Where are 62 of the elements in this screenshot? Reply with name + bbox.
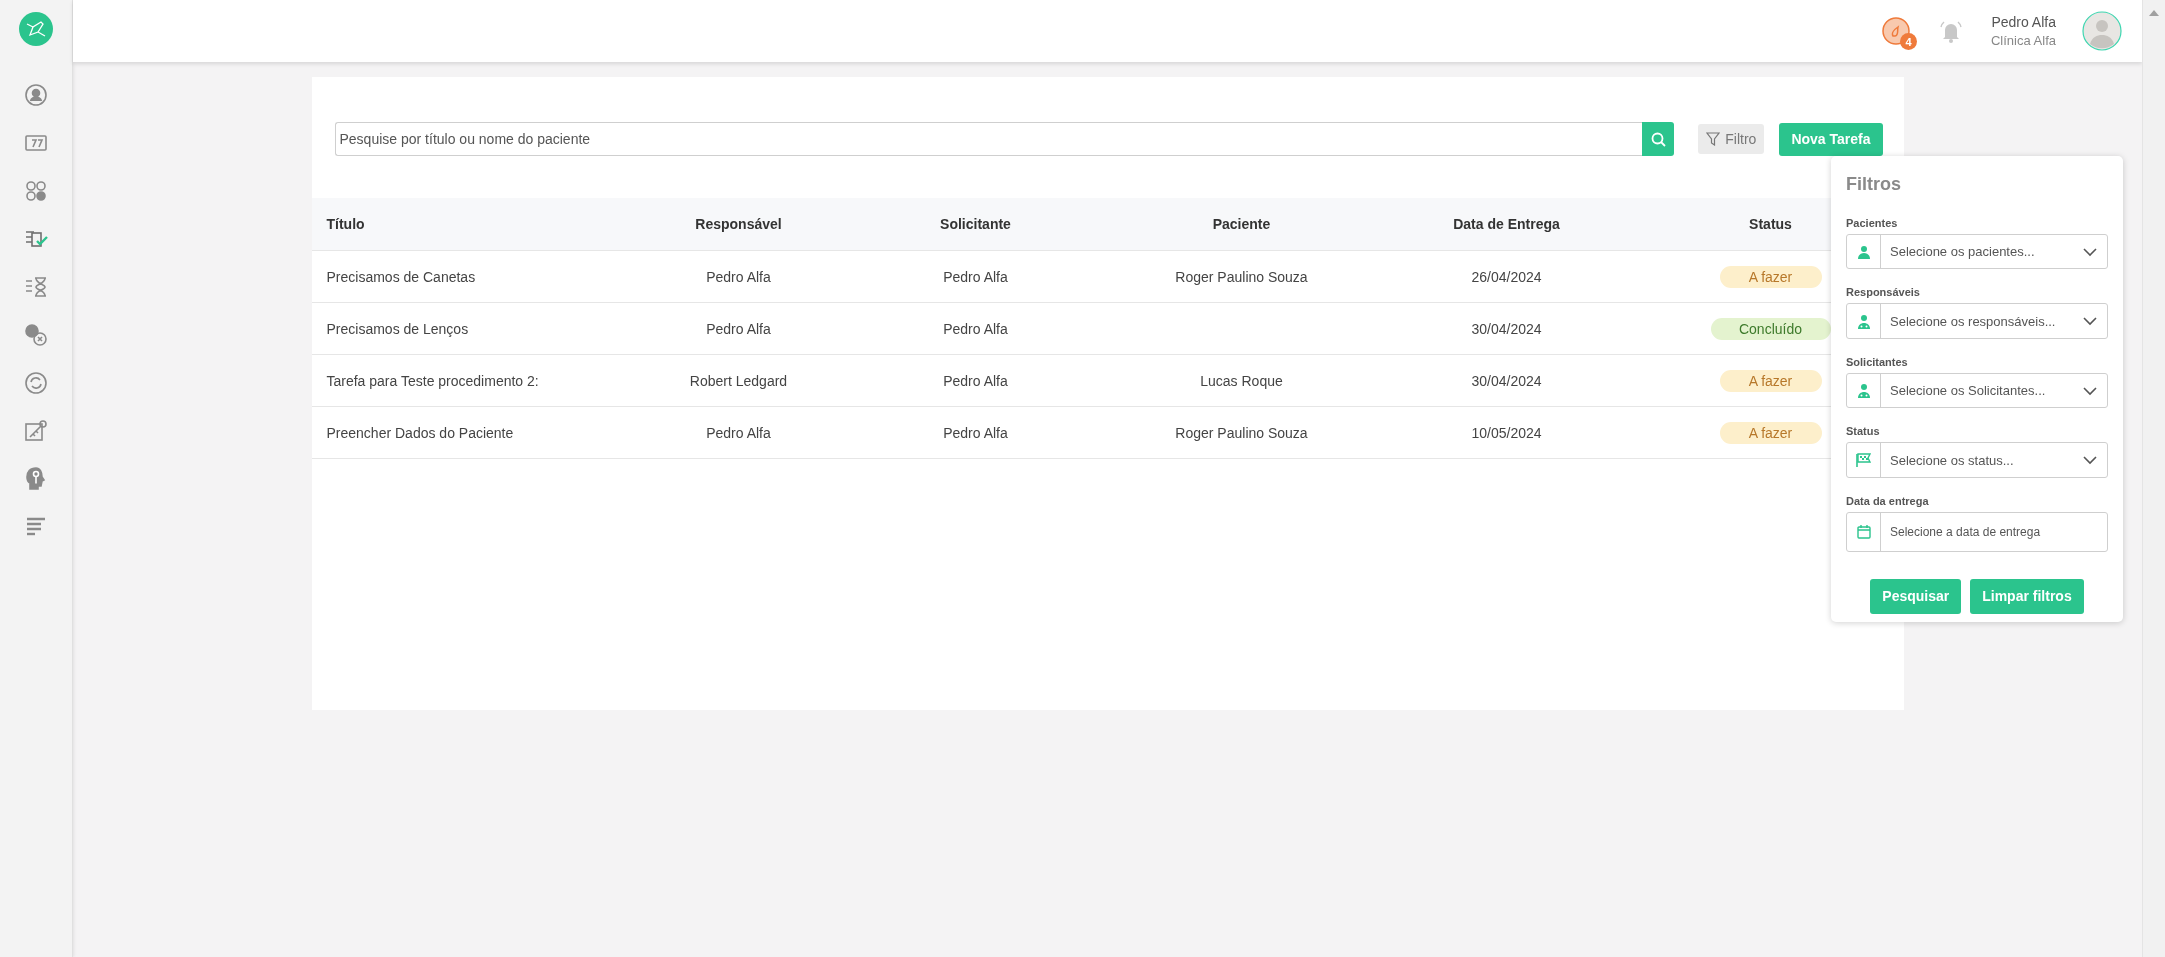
select-field[interactable]: Selecione os pacientes... <box>1846 234 2108 270</box>
refresh-icon <box>23 370 49 396</box>
column-header: Responsável <box>694 216 783 232</box>
table-cell-text: Pedro Alfa <box>705 320 772 337</box>
field-label: Solicitantes <box>1846 355 1909 368</box>
doctor-icon <box>1856 313 1871 329</box>
avatar-icon[interactable] <box>2082 11 2122 51</box>
person-circle-icon <box>23 82 49 108</box>
user-name: Pedro Alfa <box>1991 14 2056 30</box>
column-header: Data de Entrega <box>1452 216 1561 232</box>
table-cell-text: Pedro Alfa <box>942 320 1009 337</box>
table-cell-text: Robert Ledgard <box>688 372 789 389</box>
status-badge: A fazer <box>1719 265 1822 288</box>
select-field[interactable]: Selecione os status... <box>1846 442 2108 478</box>
hourglass-list-icon <box>23 274 49 300</box>
filter-button[interactable]: Filtro <box>1698 124 1765 154</box>
table-cell-text: Precisamos de Lenços <box>325 320 470 337</box>
column-header: Solicitante <box>939 216 1012 232</box>
field-label: Pacientes <box>1846 217 1899 229</box>
scroll-up-icon[interactable] <box>2149 10 2159 16</box>
column-header: Paciente <box>1211 216 1272 232</box>
date-field[interactable]: Selecione a data de entrega <box>1846 511 2108 552</box>
funnel-icon <box>1706 132 1721 146</box>
column-header: Status <box>1749 216 1792 232</box>
search-button[interactable] <box>1642 122 1675 156</box>
status-badge: Concluído <box>1710 317 1831 340</box>
table-cell-text: Roger Paulino Souza <box>1174 424 1309 441</box>
field-label: Status <box>1846 425 1881 438</box>
table-cell-text: Roger Paulino Souza <box>1174 268 1309 285</box>
doctor-icon <box>1856 383 1871 399</box>
person-icon <box>1856 244 1871 259</box>
table-cell-text: 10/05/2024 <box>1470 424 1543 441</box>
check-cross-icon <box>23 322 49 348</box>
table-cell-text: Precisamos de Canetas <box>325 268 477 285</box>
table-cell-text: Pedro Alfa <box>942 372 1009 389</box>
key-icon <box>23 418 49 444</box>
table-cell-text: Tarefa para Teste procedimento 2: <box>325 372 540 389</box>
field-label: Data da entrega <box>1846 494 1930 507</box>
timer-icon[interactable] <box>1880 16 1911 46</box>
table-cell-text: Preencher Dados do Paciente <box>325 424 515 441</box>
column-header: Título <box>325 216 366 232</box>
circles-grid-icon <box>23 178 49 204</box>
status-badge: A fazer <box>1719 369 1822 392</box>
clinic-name: Clínica Alfa <box>1990 33 2056 48</box>
table-cell-text: Lucas Roque <box>1199 372 1284 389</box>
status-badge: A fazer <box>1719 421 1822 444</box>
select-field[interactable]: Selecione os Solicitantes... <box>1846 372 2108 409</box>
table-cell-text: Pedro Alfa <box>942 268 1009 285</box>
field-label: Responsáveis <box>1846 286 1921 299</box>
table-cell-text: 30/04/2024 <box>1470 372 1543 389</box>
search-field[interactable]: Pesquise por título ou nome do paciente <box>334 122 1643 156</box>
select-field[interactable]: Selecione os responsáveis... <box>1846 303 2108 339</box>
calendar-icon <box>1856 524 1871 540</box>
table-cell-text: Pedro Alfa <box>942 424 1009 441</box>
table-cell-text: 30/04/2024 <box>1470 320 1543 337</box>
panel-title: Filtros <box>1846 174 1902 195</box>
logo-icon[interactable] <box>19 12 53 46</box>
checkered-flag-icon <box>1856 453 1871 468</box>
table-cell-text: Pedro Alfa <box>705 424 772 441</box>
search-icon <box>1650 131 1666 147</box>
table-cell-text: Pedro Alfa <box>705 268 772 285</box>
table-cell-text: 26/04/2024 <box>1470 268 1543 285</box>
